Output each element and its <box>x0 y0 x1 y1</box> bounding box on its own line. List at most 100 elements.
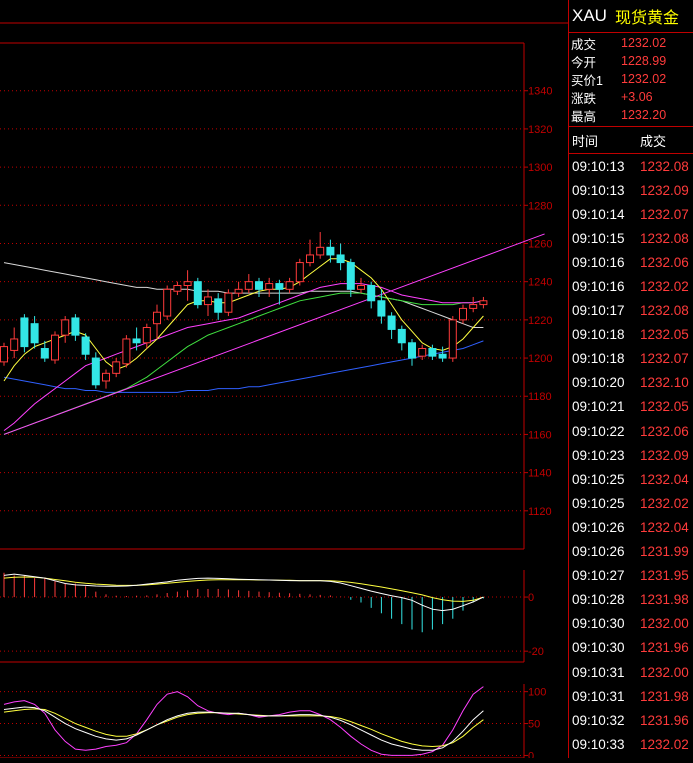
tick-row: 09:10:25 1232.02 <box>569 491 693 515</box>
tick-time: 09:10:21 <box>572 399 625 415</box>
tick-time: 09:10:32 <box>572 712 625 728</box>
candle-body <box>295 262 304 283</box>
candle-body <box>244 281 253 290</box>
candle-body <box>326 246 335 256</box>
tick-row: 09:10:20 1232.10 <box>569 371 693 395</box>
candle-body <box>265 283 274 290</box>
tick-price: 1232.00 <box>640 616 689 632</box>
candle-body <box>428 348 437 357</box>
tick-row: 09:10:15 1232.08 <box>569 226 693 250</box>
kdj-tick-label: 50 <box>528 719 540 731</box>
tick-row: 09:10:18 1232.07 <box>569 347 693 371</box>
tick-time: 09:10:16 <box>572 254 625 270</box>
quote-value: +3.06 <box>621 90 653 104</box>
candle-body <box>193 281 202 306</box>
tick-time: 09:10:33 <box>572 736 625 752</box>
candle-body <box>387 315 396 330</box>
tick-list[interactable]: 09:10:13 1232.08 09:10:13 1232.09 09:10:14 12… <box>569 154 693 756</box>
candle-body <box>408 342 416 359</box>
quote-row: 涨跌 +3.06 <box>569 88 693 106</box>
candle-body <box>397 328 406 344</box>
tick-row: 09:10:16 1232.02 <box>569 274 693 298</box>
candle-body <box>61 319 70 336</box>
quote-row: 今开 1228.99 <box>569 52 693 70</box>
price-tick-label: 1180 <box>528 391 552 403</box>
tick-price: 1231.98 <box>640 688 689 704</box>
tick-time: 09:10:25 <box>572 471 625 487</box>
quote-value: 1232.20 <box>621 108 667 122</box>
tick-time: 09:10:26 <box>572 544 625 560</box>
tick-time: 09:10:17 <box>572 303 625 319</box>
price-tick-label: 1220 <box>528 315 552 327</box>
tick-row: 09:10:13 1232.09 <box>569 178 693 202</box>
price-tick-label: 1260 <box>528 238 552 250</box>
quote-label: 最高 <box>571 109 597 124</box>
tick-time: 09:10:16 <box>572 279 625 295</box>
tick-time: 09:10:22 <box>572 423 625 439</box>
tick-time: 09:10:18 <box>572 351 625 367</box>
tick-price: 1232.02 <box>640 495 689 511</box>
trendline <box>3 233 545 435</box>
candle-body <box>285 281 294 290</box>
tick-price: 1232.05 <box>640 399 689 415</box>
tick-price: 1232.10 <box>640 375 689 391</box>
tick-price: 1232.02 <box>640 279 689 295</box>
tick-price: 1232.08 <box>640 303 689 319</box>
chart-area[interactable]: 1120 1140 1160 1180 1200 1220 1240 1260 1280 1300… <box>0 0 568 762</box>
candle-body <box>0 346 8 363</box>
tick-price: 1232.05 <box>640 327 689 343</box>
kline-chart[interactable]: 1120 1140 1160 1180 1200 1220 1240 1260 1280 1300… <box>0 0 568 762</box>
candle-body <box>20 317 29 348</box>
candle-body <box>132 338 141 344</box>
tick-time: 09:10:26 <box>572 519 625 535</box>
tick-price: 1232.06 <box>640 423 689 439</box>
ticks-header-price: 成交 <box>640 133 667 149</box>
candle-body <box>204 296 212 306</box>
candle-body <box>153 311 161 325</box>
candle-body <box>10 338 19 351</box>
tick-time: 09:10:25 <box>572 495 625 511</box>
candle-body <box>122 338 131 365</box>
candle-body <box>40 348 49 359</box>
candle-body <box>275 283 284 290</box>
tick-time: 09:10:28 <box>572 592 625 608</box>
tick-row: 09:10:17 1232.08 <box>569 299 693 323</box>
tick-row: 09:10:22 1232.06 <box>569 419 693 443</box>
tick-price: 1232.06 <box>640 254 689 270</box>
candle-body <box>71 317 80 336</box>
ticks-header-time: 时间 <box>572 133 599 149</box>
candle-body <box>357 284 365 290</box>
tick-row: 09:10:13 1232.08 <box>569 154 693 178</box>
candle-body <box>30 323 39 344</box>
candle-body <box>316 246 325 256</box>
price-tick-label: 1300 <box>528 162 552 174</box>
quote-label: 涨跌 <box>571 91 597 106</box>
price-tick-label: 1240 <box>528 277 552 289</box>
price-tick-label: 1320 <box>528 124 552 136</box>
tick-price: 1231.96 <box>640 640 689 656</box>
tick-row: 09:10:31 1232.00 <box>569 660 693 684</box>
quote-label: 今开 <box>571 55 597 70</box>
tick-time: 09:10:23 <box>572 447 625 463</box>
tick-time: 09:10:31 <box>572 664 625 680</box>
tick-row: 09:10:32 1231.96 <box>569 708 693 732</box>
tick-price: 1232.09 <box>640 447 689 463</box>
candle-body <box>479 300 488 306</box>
candle-body <box>183 281 192 286</box>
candle-body <box>224 292 233 313</box>
price-tick-label: 1280 <box>528 200 552 212</box>
tick-row: 09:10:14 1232.07 <box>569 202 693 226</box>
tick-row: 09:10:25 1232.04 <box>569 467 693 491</box>
tick-row: 09:10:16 1232.06 <box>569 250 693 274</box>
tick-time: 09:10:15 <box>572 230 625 246</box>
quote-row: 买价1 1232.02 <box>569 70 693 88</box>
tick-time: 09:10:18 <box>572 327 625 343</box>
quote-value: 1232.02 <box>621 72 667 86</box>
candle-body <box>448 319 457 359</box>
candle-body <box>469 304 478 309</box>
tick-price: 1231.99 <box>640 544 689 560</box>
tick-time: 09:10:13 <box>572 158 625 174</box>
quote-panel: XAU 现货黄金 成交 1232.02 今开 1228.99 买价1 1232.02 … <box>568 0 693 758</box>
tick-time: 09:10:30 <box>572 616 625 632</box>
quote-label: 成交 <box>571 37 597 52</box>
